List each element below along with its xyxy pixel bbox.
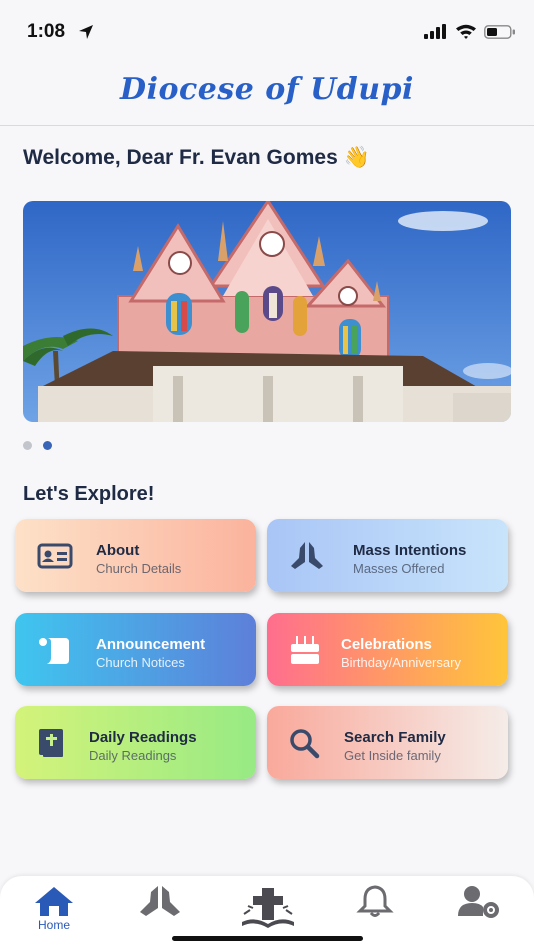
carousel-dot-active[interactable]: [43, 441, 52, 450]
status-time: 1:08: [27, 21, 66, 42]
nav-worship[interactable]: [240, 886, 296, 930]
nav-profile-settings[interactable]: [456, 884, 502, 928]
about-card-title: About: [96, 542, 140, 559]
mass-intentions-card-subtitle: Masses Offered: [353, 561, 445, 576]
daily-readings-card-title: Daily Readings: [89, 729, 197, 746]
about-card[interactable]: About Church Details: [15, 519, 256, 592]
celebrations-card-title: Celebrations: [341, 636, 432, 653]
celebrations-card-subtitle: Birthday/Anniversary: [341, 655, 461, 670]
daily-readings-card-subtitle: Daily Readings: [89, 748, 177, 763]
search-family-card[interactable]: Search Family Get Inside family: [267, 706, 508, 779]
carousel-dot[interactable]: [23, 441, 32, 450]
scroll-icon: [39, 638, 69, 664]
battery-icon: [484, 25, 515, 39]
cake-icon: [291, 636, 319, 664]
explore-heading: Let's Explore!: [23, 483, 155, 505]
mass-intentions-card-title: Mass Intentions: [353, 542, 467, 559]
announcement-card-title: Announcement: [96, 636, 206, 653]
mass-intentions-card[interactable]: Mass Intentions Masses Offered: [267, 519, 508, 592]
home-icon: [35, 887, 73, 916]
nav-mass[interactable]: [137, 884, 183, 928]
home-indicator: [172, 936, 363, 941]
praying-hands-icon: [291, 542, 323, 569]
announcement-card-subtitle: Church Notices: [96, 655, 185, 670]
app-title: Diocese of Udupi: [120, 72, 414, 107]
wifi-icon: [456, 24, 476, 39]
user-settings-icon: [458, 886, 499, 918]
cross-book-icon: [242, 888, 294, 928]
search-family-card-title: Search Family: [344, 729, 446, 746]
bible-icon: [39, 729, 63, 757]
bell-icon: [356, 885, 394, 917]
search-family-card-subtitle: Get Inside family: [344, 748, 441, 763]
status-bar: 1:08: [0, 0, 534, 62]
about-card-subtitle: Church Details: [96, 561, 182, 576]
welcome-message: Welcome, Dear Fr. Evan Gomes 👋: [23, 146, 370, 169]
daily-readings-card[interactable]: Daily Readings Daily Readings: [15, 706, 256, 779]
cellular-signal-icon: [424, 24, 446, 39]
announcement-card[interactable]: Announcement Church Notices: [15, 613, 256, 686]
location-arrow-icon: [79, 25, 93, 39]
search-icon: [290, 729, 320, 759]
praying-hands-icon: [140, 886, 180, 916]
church-banner-image[interactable]: [23, 201, 511, 422]
nav-home-label: Home: [37, 918, 70, 932]
nav-home[interactable]: Home: [31, 884, 77, 932]
id-card-icon: [37, 543, 73, 569]
app-header: Diocese of Udupi: [0, 62, 534, 126]
nav-notifications[interactable]: [352, 884, 398, 928]
celebrations-card[interactable]: Celebrations Birthday/Anniversary: [267, 613, 508, 686]
